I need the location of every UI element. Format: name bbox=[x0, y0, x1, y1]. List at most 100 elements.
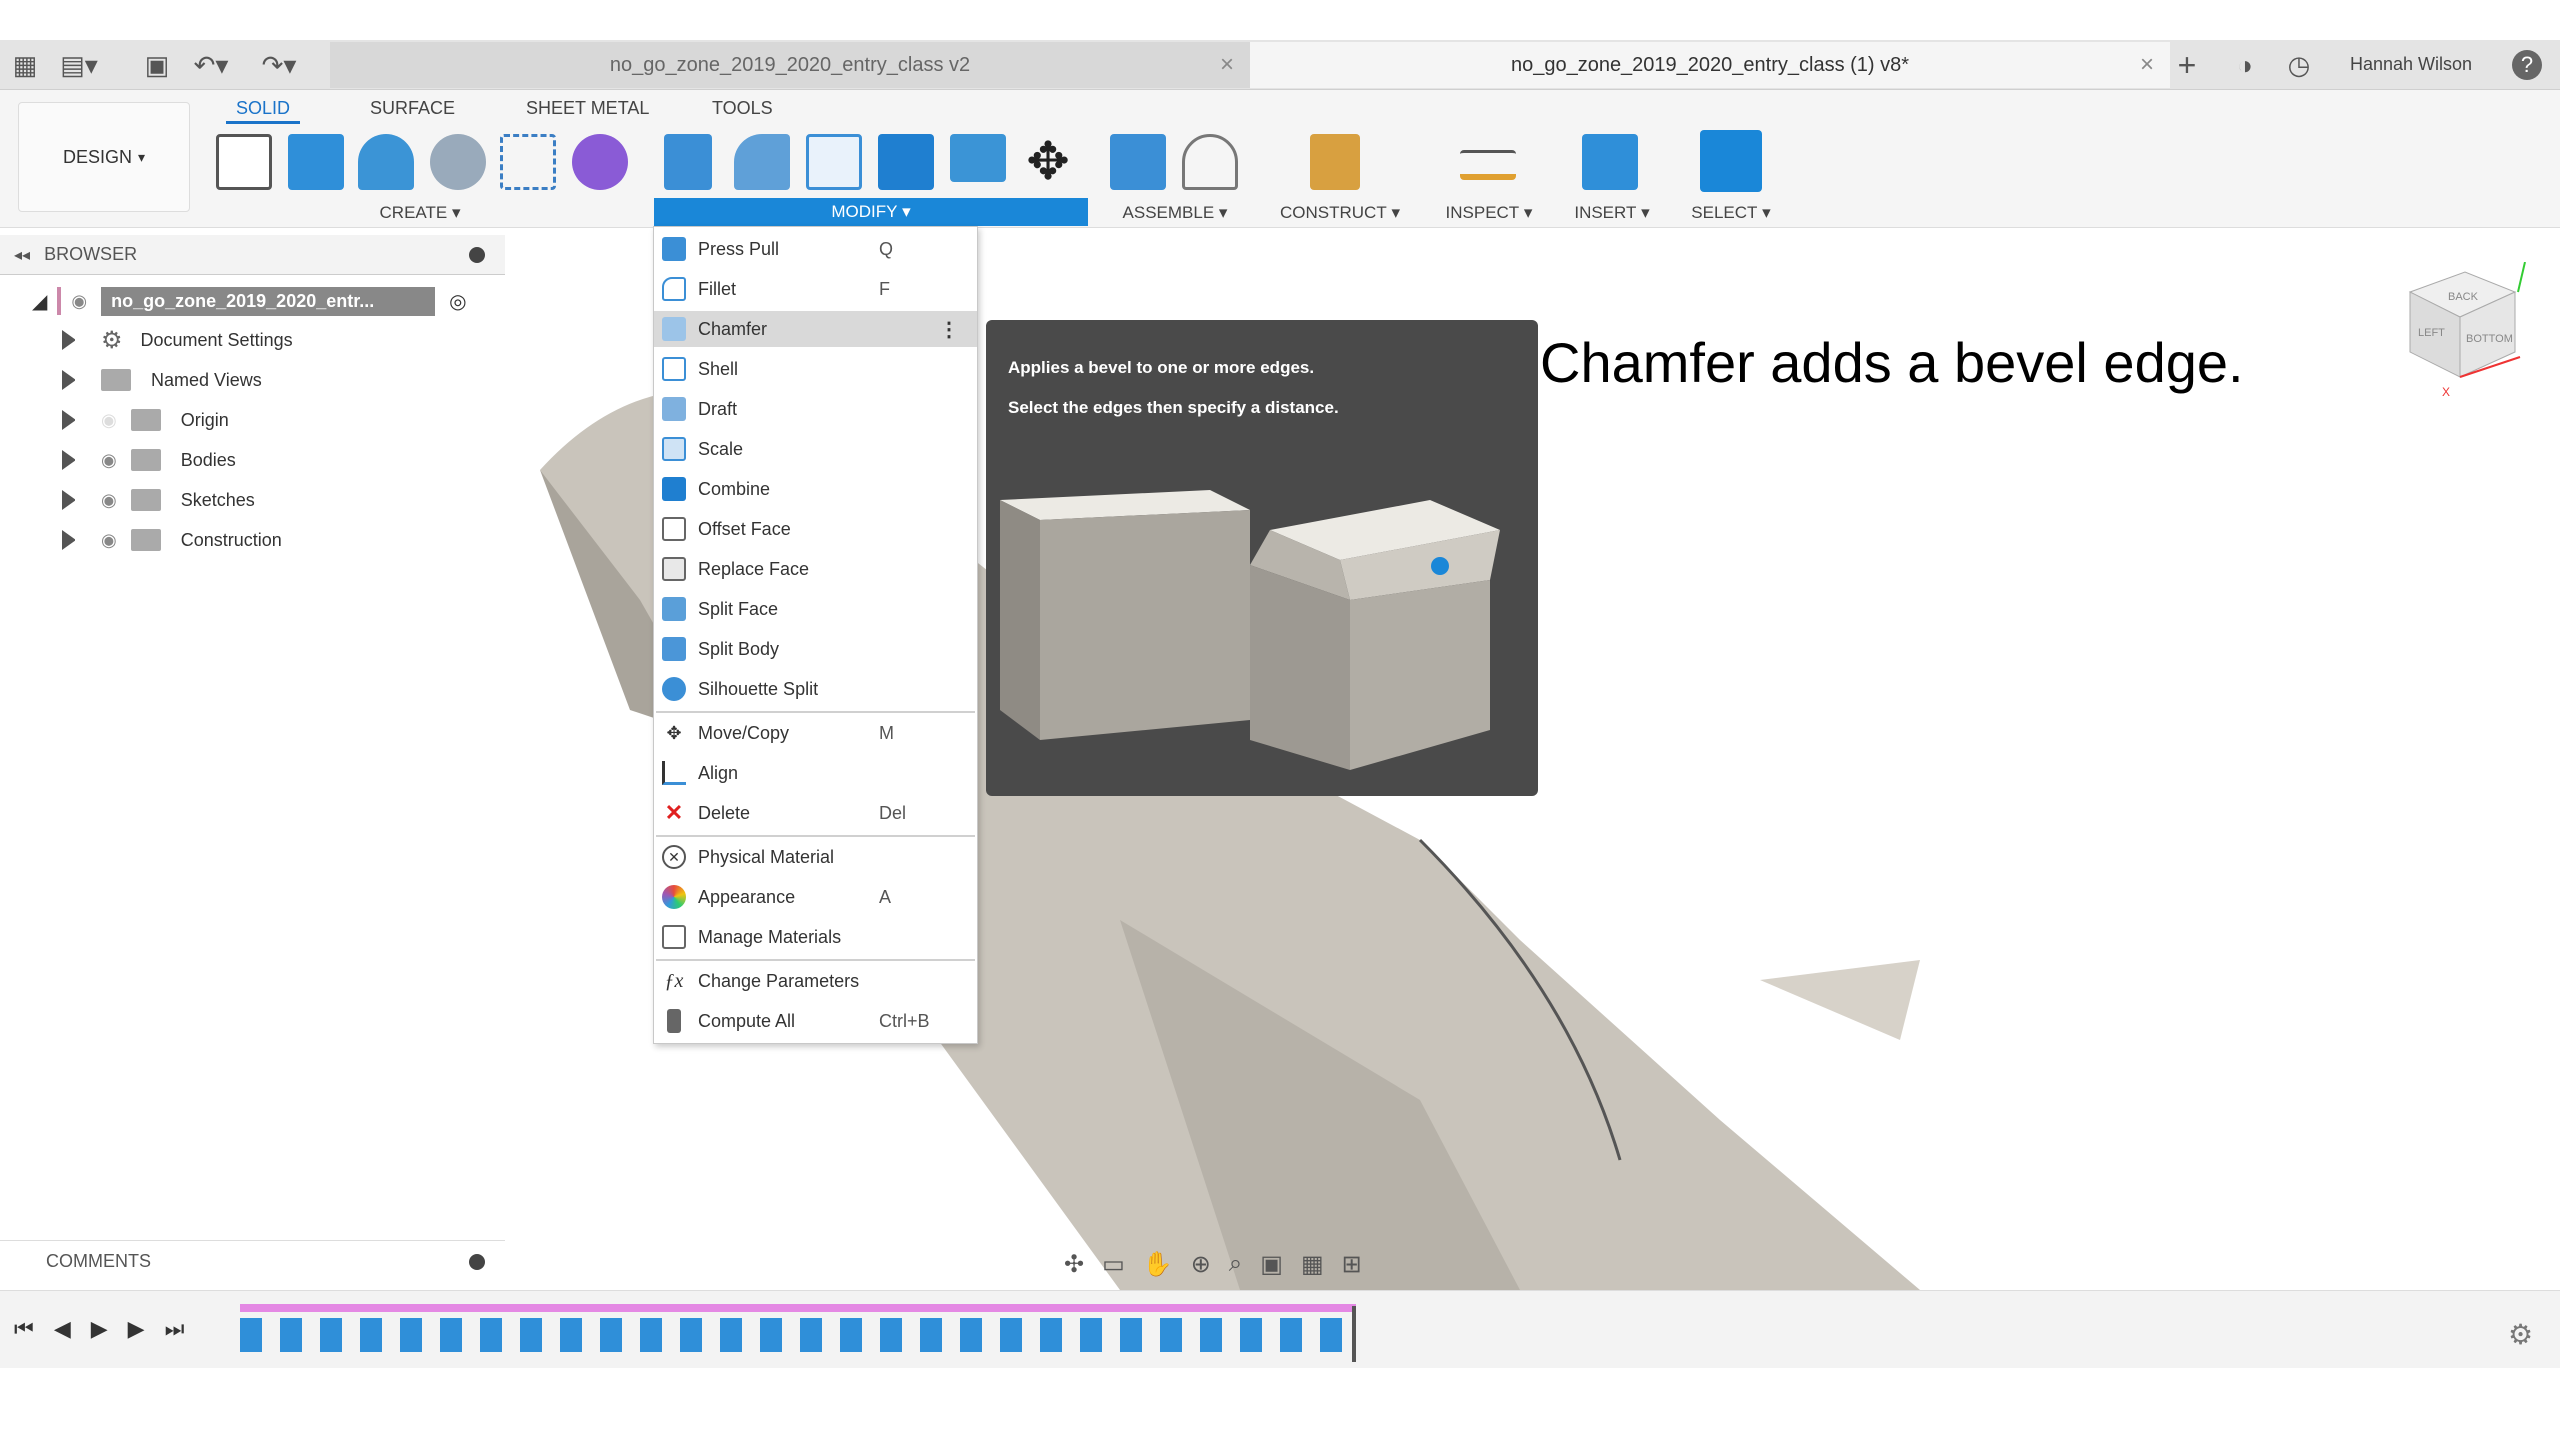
menu-item-delete[interactable]: ✕ Delete Del bbox=[654, 795, 977, 831]
extensions-icon[interactable]: ◑ bbox=[2228, 48, 2262, 82]
browser-root[interactable]: ◢ ◉ no_go_zone_2019_2020_entr... ◎ bbox=[0, 283, 467, 319]
document-tab-1[interactable]: no_go_zone_2019_2020_entry_class v2 × bbox=[330, 42, 1250, 88]
move-tool-icon[interactable]: ✥ bbox=[1020, 133, 1076, 191]
document-tab-2[interactable]: no_go_zone_2019_2020_entry_class (1) v8*… bbox=[1250, 42, 2170, 88]
menu-item-chamfer[interactable]: Chamfer ⋮ bbox=[654, 311, 977, 347]
assemble-group-label[interactable]: ASSEMBLE ▾ bbox=[1110, 200, 1240, 226]
menu-item-replace-face[interactable]: Replace Face bbox=[654, 551, 977, 587]
undo-icon[interactable]: ↶▾ bbox=[194, 48, 229, 82]
model-tail-fin[interactable] bbox=[1760, 960, 1920, 1040]
hole-icon[interactable] bbox=[430, 134, 486, 190]
comments-pin-icon[interactable] bbox=[469, 1253, 485, 1270]
save-icon[interactable]: ▣ bbox=[140, 48, 174, 82]
tab-surface[interactable]: SURFACE bbox=[370, 98, 455, 119]
go-to-start-icon[interactable]: ⏮ bbox=[14, 1316, 34, 1342]
activate-radio-icon[interactable]: ◎ bbox=[449, 289, 466, 314]
browser-item-construction[interactable]: ◉ Construction bbox=[0, 522, 282, 558]
offset-plane-icon[interactable] bbox=[1310, 134, 1360, 190]
root-component-label[interactable]: no_go_zone_2019_2020_entr... bbox=[101, 286, 436, 316]
redo-icon[interactable]: ↷▾ bbox=[262, 48, 297, 82]
browser-item-sketches[interactable]: ◉ Sketches bbox=[0, 482, 255, 518]
file-menu-icon[interactable]: ▤▾ bbox=[60, 48, 98, 82]
menu-item-align[interactable]: Align bbox=[654, 755, 977, 791]
browser-pin-icon[interactable] bbox=[469, 246, 485, 263]
inspect-group-label[interactable]: INSPECT ▾ bbox=[1434, 200, 1544, 226]
menu-item-change-parameters[interactable]: ƒx Change Parameters bbox=[654, 963, 977, 999]
view-cube-bottom-label[interactable]: BOTTOM bbox=[2466, 333, 2513, 345]
menu-item-offset-face[interactable]: Offset Face bbox=[654, 511, 977, 547]
timeline-settings-gear-icon[interactable]: ⚙ bbox=[2508, 1318, 2533, 1351]
view-cube[interactable]: BACK LEFT BOTTOM X bbox=[2400, 262, 2530, 402]
menu-item-move-copy[interactable]: ✥ Move/Copy M bbox=[654, 715, 977, 751]
visibility-eye-icon[interactable]: ◉ bbox=[101, 530, 117, 551]
press-pull-tool-icon[interactable] bbox=[664, 134, 712, 190]
visibility-eye-icon[interactable]: ◉ bbox=[101, 450, 117, 471]
play-icon[interactable]: ▶ bbox=[91, 1316, 108, 1342]
view-cube-left-label[interactable]: LEFT bbox=[2418, 327, 2445, 339]
close-tab-2-icon[interactable]: × bbox=[2140, 51, 2154, 79]
display-settings-icon[interactable]: ▣ bbox=[1260, 1250, 1283, 1279]
combine-tool-icon[interactable] bbox=[878, 134, 934, 190]
fit-icon[interactable]: ⌕ bbox=[1229, 1250, 1242, 1278]
browser-panel-header[interactable]: ◂◂ BROWSER bbox=[0, 235, 505, 275]
menu-item-draft[interactable]: Draft bbox=[654, 391, 977, 427]
visibility-eye-icon[interactable]: ◉ bbox=[71, 291, 87, 312]
menu-item-manage-materials[interactable]: Manage Materials bbox=[654, 919, 977, 955]
create-group-label[interactable]: CREATE ▾ bbox=[370, 200, 470, 226]
browser-item-named-views[interactable]: Named Views bbox=[0, 362, 262, 398]
fillet-tool-icon[interactable] bbox=[734, 134, 790, 190]
close-tab-1-icon[interactable]: × bbox=[1220, 51, 1234, 79]
tab-sheet-metal[interactable]: SHEET METAL bbox=[526, 98, 649, 119]
browser-item-bodies[interactable]: ◉ Bodies bbox=[0, 442, 236, 478]
new-component-icon[interactable] bbox=[1110, 134, 1166, 190]
revolve-icon[interactable] bbox=[358, 134, 414, 190]
select-group-label[interactable]: SELECT ▾ bbox=[1676, 200, 1786, 226]
extrude-icon[interactable] bbox=[288, 134, 344, 190]
look-at-icon[interactable]: ▭ bbox=[1102, 1250, 1125, 1279]
menu-item-split-body[interactable]: Split Body bbox=[654, 631, 977, 667]
comments-panel[interactable]: COMMENTS bbox=[0, 1240, 505, 1282]
browser-item-document-settings[interactable]: ⚙ Document Settings bbox=[0, 322, 293, 358]
workspace-switcher[interactable]: DESIGN ▾ bbox=[18, 102, 190, 212]
tab-tools[interactable]: TOOLS bbox=[712, 98, 773, 119]
user-name[interactable]: Hannah Wilson bbox=[2350, 54, 2472, 75]
menu-item-shell[interactable]: Shell bbox=[654, 351, 977, 387]
insert-image-icon[interactable] bbox=[1582, 134, 1638, 190]
select-icon[interactable] bbox=[1700, 130, 1762, 192]
viewports-icon[interactable]: ⊞ bbox=[1342, 1250, 1362, 1279]
tab-solid[interactable]: SOLID bbox=[226, 98, 301, 124]
pan-icon[interactable]: ✋ bbox=[1143, 1250, 1173, 1279]
root-expander-icon[interactable]: ◢ bbox=[32, 289, 47, 314]
menu-item-physical-material[interactable]: ✕ Physical Material bbox=[654, 839, 977, 875]
create-form-icon[interactable] bbox=[572, 134, 628, 190]
timeline-features[interactable] bbox=[240, 1318, 1356, 1352]
construct-group-label[interactable]: CONSTRUCT ▾ bbox=[1270, 200, 1410, 226]
menu-item-press-pull[interactable]: Press Pull Q bbox=[654, 231, 977, 267]
timeline-track[interactable] bbox=[240, 1304, 1356, 1312]
insert-group-label[interactable]: INSERT ▾ bbox=[1562, 200, 1662, 226]
zoom-icon[interactable]: ⊕ bbox=[1191, 1250, 1211, 1279]
pattern-icon[interactable] bbox=[500, 134, 556, 190]
menu-item-combine[interactable]: Combine bbox=[654, 471, 977, 507]
view-cube-back-label[interactable]: BACK bbox=[2448, 291, 2479, 303]
job-status-icon[interactable]: ◷ bbox=[2282, 48, 2316, 82]
new-tab-icon[interactable]: + bbox=[2170, 47, 2204, 83]
step-forward-icon[interactable]: ▶ bbox=[128, 1316, 145, 1342]
collapse-browser-icon[interactable]: ◂◂ bbox=[14, 245, 30, 265]
shell-tool-icon[interactable] bbox=[806, 134, 862, 190]
more-options-icon[interactable]: ⋮ bbox=[939, 317, 959, 342]
grid-settings-icon[interactable]: ▦ bbox=[1301, 1250, 1324, 1279]
menu-item-split-face[interactable]: Split Face bbox=[654, 591, 977, 627]
menu-item-compute-all[interactable]: Compute All Ctrl+B bbox=[654, 1003, 977, 1039]
menu-item-fillet[interactable]: Fillet F bbox=[654, 271, 977, 307]
browser-item-origin[interactable]: ◉ Origin bbox=[0, 402, 229, 438]
create-sketch-icon[interactable] bbox=[216, 134, 272, 190]
joint-icon[interactable] bbox=[1182, 134, 1238, 190]
help-icon[interactable]: ? bbox=[2512, 50, 2542, 80]
timeline-marker[interactable] bbox=[1352, 1306, 1356, 1362]
visibility-eye-icon[interactable]: ◉ bbox=[101, 410, 117, 431]
split-body-tool-icon[interactable] bbox=[950, 134, 1006, 182]
step-back-icon[interactable]: ◀ bbox=[54, 1316, 71, 1342]
measure-icon[interactable] bbox=[1460, 150, 1516, 180]
menu-item-silhouette-split[interactable]: Silhouette Split bbox=[654, 671, 977, 707]
